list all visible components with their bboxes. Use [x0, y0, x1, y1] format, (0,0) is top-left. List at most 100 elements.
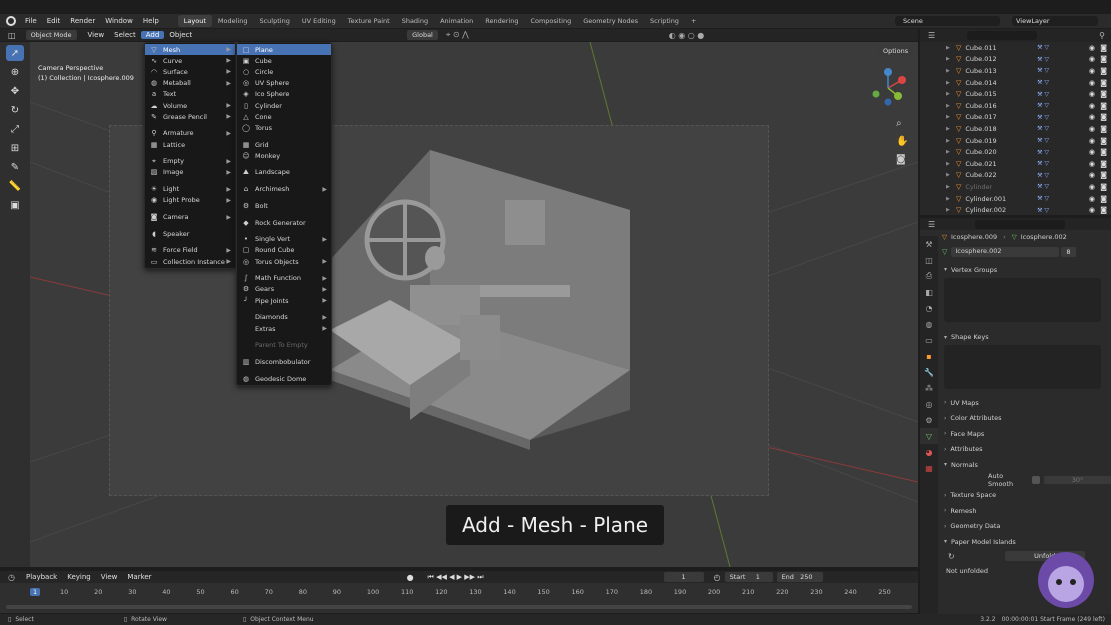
add-cube-tool-icon[interactable]: ▣	[6, 197, 24, 213]
menu-item-cone[interactable]: △ Cone	[237, 111, 331, 122]
section-texture-space[interactable]: › Texture Space	[938, 488, 1111, 504]
render-camera-icon[interactable]: ◙	[1100, 79, 1107, 87]
outliner-row[interactable]: ▶ ▽ Cube.019 ⚒ ▽ ◉ ◙	[920, 135, 1111, 147]
section-normals[interactable]: ▾ Normals	[938, 457, 1111, 473]
menu-item-image[interactable]: ▨ Image ▶	[145, 167, 235, 178]
expand-arrow-icon[interactable]: ▶	[946, 91, 950, 97]
render-camera-icon[interactable]: ◙	[1100, 183, 1107, 191]
menu-item-torus-objects[interactable]: ◎ Torus Objects ▶	[237, 256, 331, 267]
pan-hand-icon[interactable]: ✋	[896, 133, 908, 151]
outliner-editor-icon[interactable]: ☰	[928, 31, 935, 40]
menu-view[interactable]: View	[83, 31, 110, 39]
outliner-row[interactable]: ▶ ▽ Cylinder.001 ⚒ ▽ ◉ ◙	[920, 193, 1111, 205]
mesh-datablock-field[interactable]: Icosphere.002	[951, 246, 1060, 257]
visibility-eye-icon[interactable]: ◉	[1089, 113, 1095, 121]
visibility-eye-icon[interactable]: ◉	[1089, 44, 1095, 52]
collection-tab-icon[interactable]: ▭	[920, 332, 938, 348]
menu-item-empty[interactable]: ⌖ Empty ▶	[145, 156, 235, 167]
menu-item-rock-generator[interactable]: ◆ Rock Generator	[237, 217, 331, 228]
menu-item-lattice[interactable]: ▦ Lattice	[145, 139, 235, 150]
menu-item-circle[interactable]: ○ Circle	[237, 66, 331, 77]
section-attributes[interactable]: › Attributes	[938, 442, 1111, 458]
view-layer-tab-icon[interactable]: ◧	[920, 284, 938, 300]
render-camera-icon[interactable]: ◙	[1100, 137, 1107, 145]
menu-item-force-field[interactable]: ≋ Force Field ▶	[145, 245, 235, 256]
expand-arrow-icon[interactable]: ▶	[946, 126, 950, 132]
menu-item-collection-instance[interactable]: ▭ Collection Instance ▶	[145, 256, 235, 267]
texture-tab-icon[interactable]: ▦	[920, 460, 938, 476]
shading-icons[interactable]: ◐ ◉ ○ ●	[669, 31, 705, 40]
tab-shading[interactable]: Shading	[396, 15, 434, 27]
menu-item-cube[interactable]: ▣ Cube	[237, 55, 331, 66]
menu-select[interactable]: Select	[109, 31, 141, 39]
editor-type-icon[interactable]: ◫	[8, 31, 16, 40]
render-camera-icon[interactable]: ◙	[1100, 55, 1107, 63]
select-tool-icon[interactable]: ➚	[6, 45, 24, 61]
mesh-browse-icon[interactable]: ▽	[942, 248, 947, 256]
mode-selector[interactable]: Object Mode	[25, 30, 77, 40]
section-remesh[interactable]: › Remesh	[938, 503, 1111, 519]
menu-object[interactable]: Object	[164, 31, 197, 39]
expand-arrow-icon[interactable]: ▶	[946, 138, 950, 144]
visibility-eye-icon[interactable]: ◉	[1089, 90, 1095, 98]
render-camera-icon[interactable]: ◙	[1100, 113, 1107, 121]
scene-tab-icon[interactable]: ◔	[920, 300, 938, 316]
zoom-icon[interactable]: ⌕	[896, 115, 908, 133]
expand-arrow-icon[interactable]: ▶	[946, 184, 950, 190]
visibility-eye-icon[interactable]: ◉	[1089, 183, 1095, 191]
menu-item-diamonds[interactable]: Diamonds ▶	[237, 312, 331, 323]
visibility-eye-icon[interactable]: ◉	[1089, 125, 1095, 133]
annotate-tool-icon[interactable]: ✎	[6, 159, 24, 175]
render-camera-icon[interactable]: ◙	[1100, 44, 1107, 52]
move-tool-icon[interactable]: ✥	[6, 83, 24, 99]
menu-item-bolt[interactable]: ⚙ Bolt	[237, 200, 331, 211]
timeline-editor-icon[interactable]: ◷	[8, 573, 15, 582]
menu-item-extras[interactable]: Extras ▶	[237, 323, 331, 334]
menu-item-metaball[interactable]: ◍ Metaball ▶	[145, 78, 235, 89]
outliner-row[interactable]: ▶ ▽ Cube.018 ⚒ ▽ ◉ ◙	[920, 123, 1111, 135]
refresh-icon[interactable]: ↻	[948, 552, 955, 561]
tab-scripting[interactable]: Scripting	[644, 15, 685, 27]
outliner-row[interactable]: ▶ ▽ Cube.017 ⚒ ▽ ◉ ◙	[920, 112, 1111, 124]
render-camera-icon[interactable]: ◙	[1100, 102, 1107, 110]
visibility-eye-icon[interactable]: ◉	[1089, 206, 1095, 214]
menu-help[interactable]: Help	[138, 17, 164, 25]
world-tab-icon[interactable]: ◍	[920, 316, 938, 332]
tool-tab-icon[interactable]: ⚒	[920, 236, 938, 252]
outliner-row[interactable]: ▶ ▽ Cylinder ⚒ ▽ ◉ ◙	[920, 181, 1111, 193]
expand-arrow-icon[interactable]: ▶	[946, 68, 950, 74]
users-count[interactable]: 8	[1061, 246, 1076, 257]
render-camera-icon[interactable]: ◙	[1100, 148, 1107, 156]
visibility-eye-icon[interactable]: ◉	[1089, 171, 1095, 179]
object-name[interactable]: Icosphere.009	[951, 233, 997, 241]
menu-item-camera[interactable]: ◙ Camera ▶	[145, 211, 235, 222]
menu-item-archimesh[interactable]: ⌂ Archimesh ▶	[237, 184, 331, 195]
menu-item-gears[interactable]: ⚙ Gears ▶	[237, 284, 331, 295]
menu-item-landscape[interactable]: ⛰ Landscape	[237, 167, 331, 178]
menu-item-round-cube[interactable]: ▢ Round Cube	[237, 245, 331, 256]
camera-view-icon[interactable]: ◙	[896, 151, 908, 169]
menu-item-grid[interactable]: ▦ Grid	[237, 139, 331, 150]
current-frame-field[interactable]: 1	[663, 572, 704, 582]
menu-item-light-probe[interactable]: ◉ Light Probe ▶	[145, 195, 235, 206]
menu-item-discombobulator[interactable]: ▥ Discombobulator	[237, 356, 331, 367]
menu-item-surface[interactable]: ◠ Surface ▶	[145, 66, 235, 77]
timeline[interactable]: 1 10 20 30 40 50 60 70 80 90 100 110 120 130 140 150 160…	[0, 583, 918, 613]
tab-texture-paint[interactable]: Texture Paint	[342, 15, 396, 27]
output-tab-icon[interactable]: ⎙	[920, 268, 938, 284]
tab-modeling[interactable]: Modeling	[212, 15, 254, 27]
tab-geometry-nodes[interactable]: Geometry Nodes	[577, 15, 644, 27]
outliner-row[interactable]: ▶ ▽ Cube.012 ⚒ ▽ ◉ ◙	[920, 54, 1111, 66]
constraints-tab-icon[interactable]: ⚙	[920, 412, 938, 428]
expand-arrow-icon[interactable]: ▶	[946, 196, 950, 202]
shape-keys-list[interactable]	[944, 345, 1101, 389]
outliner-row[interactable]: ▶ ▽ Cube.011 ⚒ ▽ ◉ ◙	[920, 42, 1111, 54]
menu-item-armature[interactable]: ⚲ Armature ▶	[145, 128, 235, 139]
menu-item-monkey[interactable]: ☺ Monkey	[237, 150, 331, 161]
outliner-row[interactable]: ▶ ▽ Cube.020 ⚒ ▽ ◉ ◙	[920, 146, 1111, 158]
menu-edit[interactable]: Edit	[42, 17, 66, 25]
menu-item-curve[interactable]: ∿ Curve ▶	[145, 55, 235, 66]
visibility-eye-icon[interactable]: ◉	[1089, 102, 1095, 110]
outliner-row[interactable]: ▶ ▽ Cube.022 ⚒ ▽ ◉ ◙	[920, 170, 1111, 182]
menu-item-torus[interactable]: ◯ Torus	[237, 122, 331, 133]
